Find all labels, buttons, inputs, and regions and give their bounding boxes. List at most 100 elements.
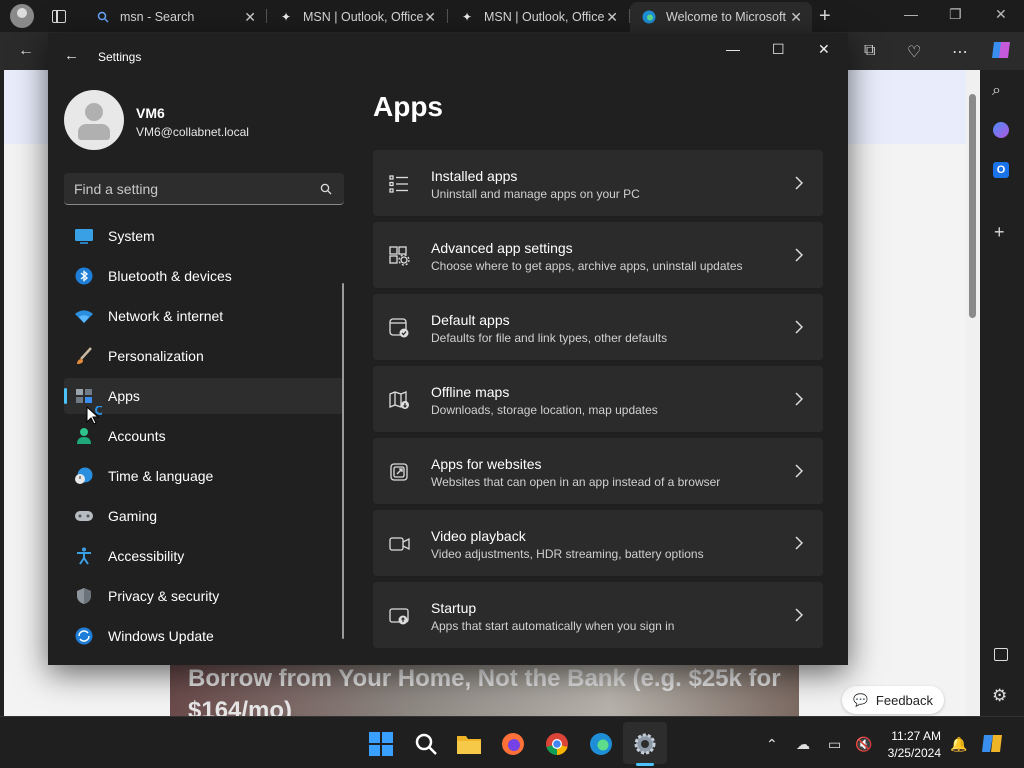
browser-tab-0[interactable]: msn - Search ✕ [84, 2, 266, 32]
minimize-button[interactable]: — [726, 41, 740, 57]
nav-item-gaming[interactable]: Gaming [64, 498, 344, 534]
browser-restore-button[interactable]: ❐ [949, 6, 962, 23]
card-advanced-app-settings[interactable]: Advanced app settings Choose where to ge… [373, 222, 823, 288]
tab-close-icon[interactable]: ✕ [244, 9, 256, 26]
card-title: Advanced app settings [431, 240, 573, 256]
nav-item-apps[interactable]: Apps [64, 378, 344, 414]
copilot-sidebar-icon[interactable] [993, 122, 1009, 138]
vertical-tabs-icon[interactable] [52, 9, 66, 23]
windows-start-icon[interactable] [368, 731, 394, 757]
accounts-icon [74, 427, 94, 445]
tab-close-icon[interactable]: ✕ [790, 9, 802, 26]
chevron-up-icon[interactable]: ⌃ [766, 736, 778, 753]
back-arrow-icon[interactable]: ← [18, 42, 34, 60]
browser-tab-2[interactable]: ✦ MSN | Outlook, Office ✕ [448, 2, 628, 32]
notification-bell-icon[interactable]: 🔔 [950, 736, 967, 753]
outlook-icon[interactable]: O [993, 162, 1009, 178]
add-icon[interactable]: + [994, 222, 1005, 243]
sidebar-toggle-icon[interactable] [994, 648, 1008, 661]
card-title: Installed apps [431, 168, 518, 184]
startup-icon [389, 606, 411, 626]
nav-item-network[interactable]: Network & internet [64, 298, 344, 334]
edge-icon[interactable] [588, 731, 614, 757]
card-description: Video adjustments, HDR streaming, batter… [431, 547, 704, 561]
clock-date[interactable]: 3/25/2024 [883, 746, 941, 760]
browser-minimize-button[interactable]: — [904, 6, 918, 22]
search-icon[interactable] [320, 182, 332, 195]
chevron-right-icon [795, 536, 804, 550]
copilot-icon[interactable] [990, 40, 1012, 65]
card-default-apps[interactable]: Default apps Defaults for file and link … [373, 294, 823, 360]
card-startup[interactable]: Startup Apps that start automatically wh… [373, 582, 823, 648]
maximize-button[interactable]: ☐ [772, 41, 785, 58]
browser-essentials-icon[interactable]: ♡ [907, 42, 921, 62]
tab-label: Welcome to Microsoft [666, 10, 786, 24]
edge-icon [642, 10, 656, 24]
user-profile[interactable]: VM6 VM6@collabnet.local [64, 90, 364, 150]
firefox-icon[interactable] [500, 731, 526, 757]
nav-item-windows-update[interactable]: Windows Update [64, 618, 344, 654]
nav-item-accessibility[interactable]: Accessibility [64, 538, 344, 574]
collections-icon[interactable]: ⧉ [864, 42, 875, 60]
nav-item-label: Personalization [108, 348, 204, 364]
list-icon [389, 174, 411, 194]
display-icon[interactable]: ▭ [828, 736, 841, 753]
card-title: Startup [431, 600, 477, 616]
browser-tab-1[interactable]: ✦ MSN | Outlook, Office ✕ [267, 2, 446, 32]
search-icon[interactable]: ⌕ [992, 82, 1001, 100]
avatar[interactable] [64, 90, 124, 150]
feedback-label: Feedback [875, 692, 934, 708]
card-video-playback[interactable]: Video playback Video adjustments, HDR st… [373, 510, 823, 576]
apps-icon [74, 387, 94, 405]
browser-tab-3[interactable]: Welcome to Microsoft ✕ [630, 2, 812, 32]
ad-headline[interactable]: Borrow from Your Home, Not the Bank (e.g… [188, 665, 788, 716]
card-installed-apps[interactable]: Installed apps Uninstall and manage apps… [373, 150, 823, 216]
app-gear-icon [389, 246, 411, 266]
browser-close-button[interactable]: ✕ [995, 6, 1007, 23]
nav-item-privacy[interactable]: Privacy & security [64, 578, 344, 614]
settings-gear-icon[interactable] [632, 731, 658, 757]
clock-time[interactable]: 11:27 AM [883, 729, 941, 743]
network-off-icon[interactable]: ☁ [796, 736, 810, 753]
back-arrow-icon[interactable]: ← [64, 47, 79, 64]
ad-banner[interactable]: Borrow from Your Home, Not the Bank (e.g… [170, 665, 799, 716]
profile-avatar-icon[interactable] [10, 4, 34, 28]
card-apps-for-websites[interactable]: Apps for websites Websites that can open… [373, 438, 823, 504]
nav-item-label: System [108, 228, 155, 244]
find-setting-box[interactable] [64, 173, 344, 205]
chevron-right-icon [795, 464, 804, 478]
gear-icon[interactable]: ⚙ [992, 686, 1007, 706]
active-app-indicator [636, 763, 654, 766]
nav-item-label: Time & language [108, 468, 214, 484]
tab-label: msn - Search [120, 10, 195, 24]
volume-muted-icon[interactable]: 🔇 [855, 736, 872, 753]
chevron-right-icon [795, 176, 804, 190]
feedback-button[interactable]: 💬 Feedback [842, 686, 944, 714]
nav-item-label: Network & internet [108, 308, 224, 324]
chrome-icon[interactable] [544, 731, 570, 757]
search-input[interactable] [74, 179, 304, 199]
tab-close-icon[interactable]: ✕ [606, 9, 618, 26]
search-icon[interactable] [413, 731, 439, 757]
nav-item-label: Privacy & security [108, 588, 220, 604]
globe-clock-icon [74, 467, 94, 485]
nav-scrollbar[interactable] [342, 283, 344, 639]
nav-item-bluetooth[interactable]: Bluetooth & devices [64, 258, 344, 294]
nav-item-personalization[interactable]: Personalization [64, 338, 344, 374]
video-icon [389, 534, 411, 554]
nav-item-accounts[interactable]: Accounts [64, 418, 344, 454]
tab-close-icon[interactable]: ✕ [424, 9, 436, 26]
new-tab-button[interactable]: + [819, 5, 831, 28]
nav-item-time-language[interactable]: Time & language [64, 458, 344, 494]
copilot-taskbar-icon[interactable] [981, 732, 1007, 758]
chevron-right-icon [795, 248, 804, 262]
more-menu-icon[interactable]: ⋯ [952, 42, 968, 62]
default-app-icon [389, 318, 411, 338]
page-title: Apps [373, 91, 443, 122]
card-offline-maps[interactable]: Offline maps Downloads, storage location… [373, 366, 823, 432]
close-button[interactable]: ✕ [818, 41, 830, 58]
page-scrollbar-thumb[interactable] [969, 94, 976, 318]
wifi-icon [74, 307, 94, 325]
nav-item-system[interactable]: System [64, 218, 344, 254]
file-explorer-icon[interactable] [456, 731, 482, 757]
